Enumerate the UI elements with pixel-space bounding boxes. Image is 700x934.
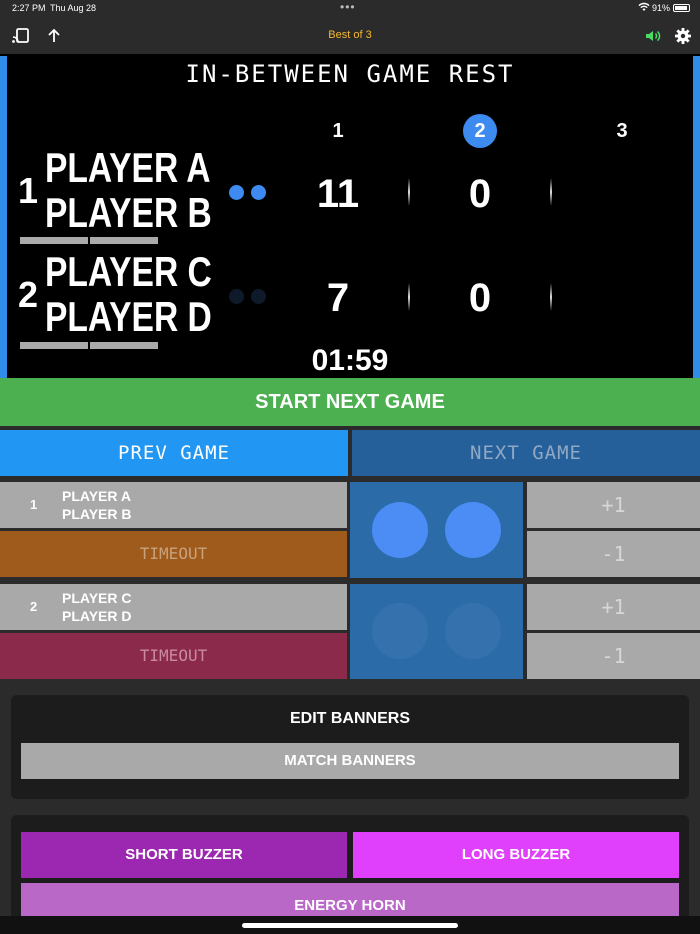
team-2-serve-dot [229, 289, 244, 304]
team-1-serve-dot [229, 185, 244, 200]
status-bar: 2:27 PM Thu Aug 28 ••• 91% [0, 0, 700, 18]
team-2-timeout-button[interactable]: TIMEOUT [0, 633, 347, 679]
score-separator [408, 283, 410, 311]
match-format-title: Best of 3 [328, 29, 372, 41]
team-1-underline-2 [90, 237, 158, 244]
team-2-player-2: PLAYER D [45, 293, 212, 340]
team-2-server-1-button[interactable] [372, 603, 428, 659]
team-1-player-2: PLAYER B [45, 189, 212, 236]
start-next-game-button[interactable]: START NEXT GAME [0, 378, 700, 426]
team-2-control-player-1: PLAYER C [62, 590, 132, 606]
team-1-game-2-score: 0 [468, 172, 492, 216]
team-2-server-2-button[interactable] [445, 603, 501, 659]
team-2-game-2-score: 0 [468, 276, 492, 320]
score-separator [550, 178, 552, 206]
status-date: Thu Aug 28 [50, 3, 97, 13]
team-1-select-button[interactable]: 1 PLAYER A PLAYER B [0, 482, 347, 528]
score-separator [408, 178, 410, 206]
scoreboard-edge-right [693, 56, 700, 378]
team-1-server-2-button[interactable] [445, 502, 501, 558]
team-2-player-1: PLAYER C [45, 248, 212, 295]
team-1-player-1: PLAYER A [45, 144, 211, 191]
team-1-underline-1 [20, 237, 88, 244]
team-1-serve-panel [350, 482, 523, 578]
game-column-3: 3 [616, 120, 628, 142]
toolbar: Best of 3 [0, 18, 700, 54]
team-1-game-1-score: 11 [316, 172, 360, 216]
sounds-panel: SHORT BUZZER LONG BUZZER ENERGY HORN [11, 815, 689, 929]
rest-clock: 01:59 [311, 344, 389, 377]
team-1-number: 1 [18, 170, 39, 211]
home-indicator[interactable] [242, 923, 458, 928]
wifi-icon [638, 2, 650, 15]
team-2-serve-panel [350, 584, 523, 679]
next-game-button[interactable]: NEXT GAME [352, 430, 700, 476]
team-1-plus-one-button[interactable]: +1 [527, 482, 700, 528]
edit-banners-title: EDIT BANNERS [289, 710, 410, 727]
scoreboard-display: IN-BETWEEN GAME REST 1 2 3 1 PLAYER A PL… [0, 54, 700, 378]
team-1-control-player-2: PLAYER B [62, 506, 132, 522]
scoreboard-edge-left [0, 56, 7, 378]
short-buzzer-button[interactable]: SHORT BUZZER [21, 832, 347, 878]
battery-icon [673, 4, 690, 12]
team-2-control-player-2: PLAYER D [62, 608, 132, 624]
team-1-control-player-1: PLAYER A [62, 488, 131, 504]
gear-icon[interactable] [673, 26, 693, 46]
game-column-1: 1 [332, 120, 344, 142]
edit-banners-panel: EDIT BANNERS MATCH BANNERS [11, 695, 689, 799]
team-2-serve-dot [251, 289, 266, 304]
score-separator [550, 283, 552, 311]
team-2-minus-one-button[interactable]: -1 [527, 633, 700, 679]
team-2-control-number: 2 [30, 599, 38, 614]
team-1-timeout-button[interactable]: TIMEOUT [0, 531, 347, 577]
long-buzzer-button[interactable]: LONG BUZZER [353, 832, 679, 878]
game-column-2-active: 2 [463, 114, 497, 148]
match-banners-button[interactable]: MATCH BANNERS [21, 743, 679, 779]
team-2-number: 2 [18, 274, 39, 315]
team-1-control-number: 1 [30, 497, 38, 512]
scoreboard-title: IN-BETWEEN GAME REST [185, 60, 515, 88]
team-2-game-1-score: 7 [326, 276, 350, 320]
team-1-server-1-button[interactable] [372, 502, 428, 558]
team-1-serve-dot [251, 185, 266, 200]
prev-game-button[interactable]: PREV GAME [0, 430, 348, 476]
team-1-minus-one-button[interactable]: -1 [527, 531, 700, 577]
status-time: 2:27 PM [12, 3, 46, 13]
team-2-select-button[interactable]: 2 PLAYER C PLAYER D [0, 584, 347, 630]
volume-icon[interactable] [643, 26, 663, 46]
team-2-plus-one-button[interactable]: +1 [527, 584, 700, 630]
battery-percent: 91% [652, 3, 671, 13]
multitasking-dots-icon[interactable]: ••• [340, 0, 356, 14]
